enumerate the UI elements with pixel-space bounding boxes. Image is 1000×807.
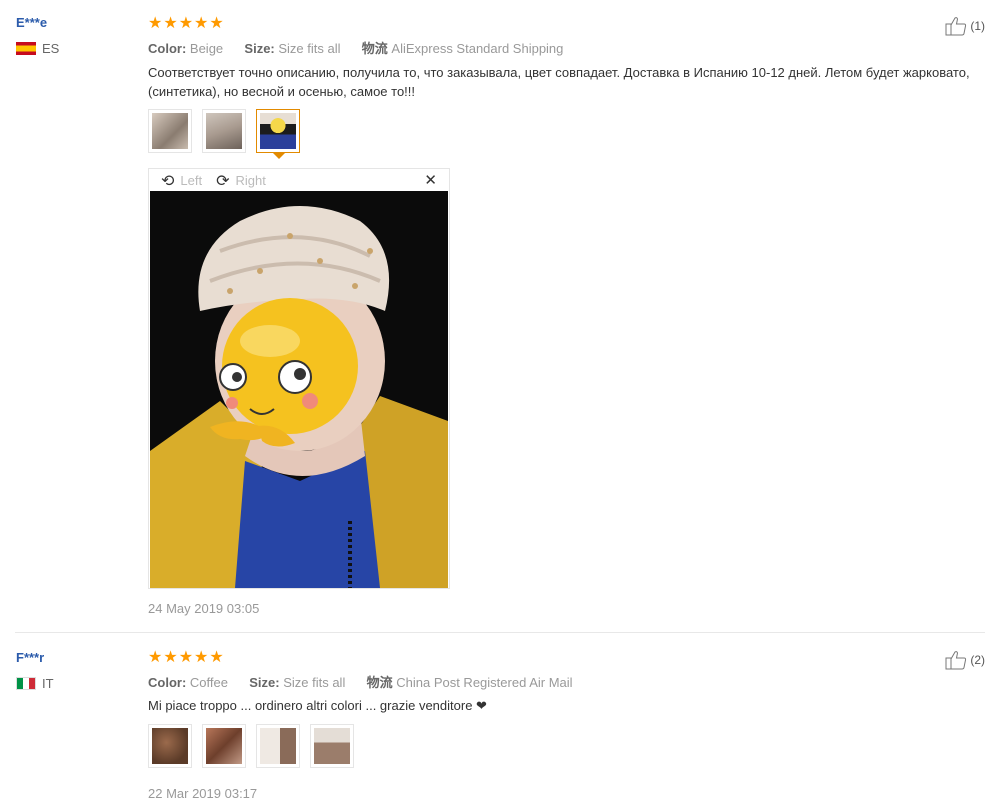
shipping-value: China Post Registered Air Mail [396,675,573,690]
photo-thumbnail[interactable] [256,724,300,768]
review-photo [150,191,448,588]
viewer-toolbar: ⟲ Left ⟳ Right ✕ [149,169,449,191]
star-icon: ★ [194,13,209,32]
photo-thumbnails [148,109,300,159]
star-icon: ★ [178,647,194,666]
thumbs-up-icon[interactable] [945,16,967,36]
shipping-label: 物流 [366,675,393,690]
review-text: Соответствует точно описанию, получила т… [148,65,970,99]
star-icon: ★ [178,13,194,32]
spain-flag-icon [16,42,36,55]
star-icon: ★ [148,647,163,666]
photo-thumbnail[interactable] [202,109,246,153]
star-icon: ★ [209,13,224,32]
close-icon[interactable]: ✕ [424,171,437,189]
order-attributes: Color: Coffee Size: Size fits all 物流 Chi… [148,672,573,691]
star-rating: ★ ★ ★ ★ ★ [148,649,224,665]
reviewer-country: IT [16,676,54,691]
star-icon: ★ [209,647,224,666]
review-date: 22 Mar 2019 03:17 [148,786,258,801]
color-label: Color: [148,675,187,690]
photo-viewer: ⟲ Left ⟳ Right ✕ [148,168,450,589]
photo-thumbnails [148,724,354,768]
country-code: IT [42,676,54,691]
rotate-right-button[interactable]: Right [236,173,266,188]
review-item: E***e ES ★ ★ ★ ★ ★ Color: Beige Size: Si… [0,0,1000,632]
rotate-left-button[interactable]: Left [180,173,202,188]
helpful-count: (1) [970,19,985,33]
review-text: Mi piace troppo ... ordinero altri color… [148,698,487,713]
photo-thumbnail[interactable] [148,724,192,768]
size-label: Size: [244,41,275,56]
color-label: Color: [148,41,187,56]
reviewer-name: E***e [16,15,48,30]
star-rating: ★ ★ ★ ★ ★ [148,15,224,31]
star-icon: ★ [194,647,209,666]
rotate-left-icon[interactable]: ⟲ [161,171,174,190]
size-value: Size fits all [283,675,346,690]
star-icon: ★ [148,13,163,32]
helpful-button[interactable]: (2) [945,650,985,670]
star-icon: ★ [163,647,178,666]
shipping-label: 物流 [361,41,388,56]
country-code: ES [42,41,60,56]
size-label: Size: [249,675,280,690]
reviewer-country: ES [16,41,59,56]
helpful-button[interactable]: (1) [945,16,985,36]
rotate-right-icon[interactable]: ⟳ [216,171,229,190]
photo-thumbnail[interactable] [148,109,192,153]
star-icon: ★ [163,13,178,32]
color-value: Coffee [189,675,228,690]
shipping-value: AliExpress Standard Shipping [391,41,564,56]
thumbs-up-icon[interactable] [945,650,967,670]
photo-thumbnail[interactable] [202,724,246,768]
review-item: F***r IT ★ ★ ★ ★ ★ Color: Coffee Size: S… [0,633,1000,807]
reviewer-name: F***r [16,650,45,665]
order-attributes: Color: Beige Size: Size fits all 物流 AliE… [148,38,563,57]
review-date: 24 May 2019 03:05 [148,601,260,616]
color-value: Beige [189,41,224,56]
helpful-count: (2) [970,653,985,667]
photo-thumbnail-selected[interactable] [256,109,300,159]
size-value: Size fits all [278,41,341,56]
photo-thumbnail[interactable] [310,724,354,768]
italy-flag-icon [16,677,36,690]
